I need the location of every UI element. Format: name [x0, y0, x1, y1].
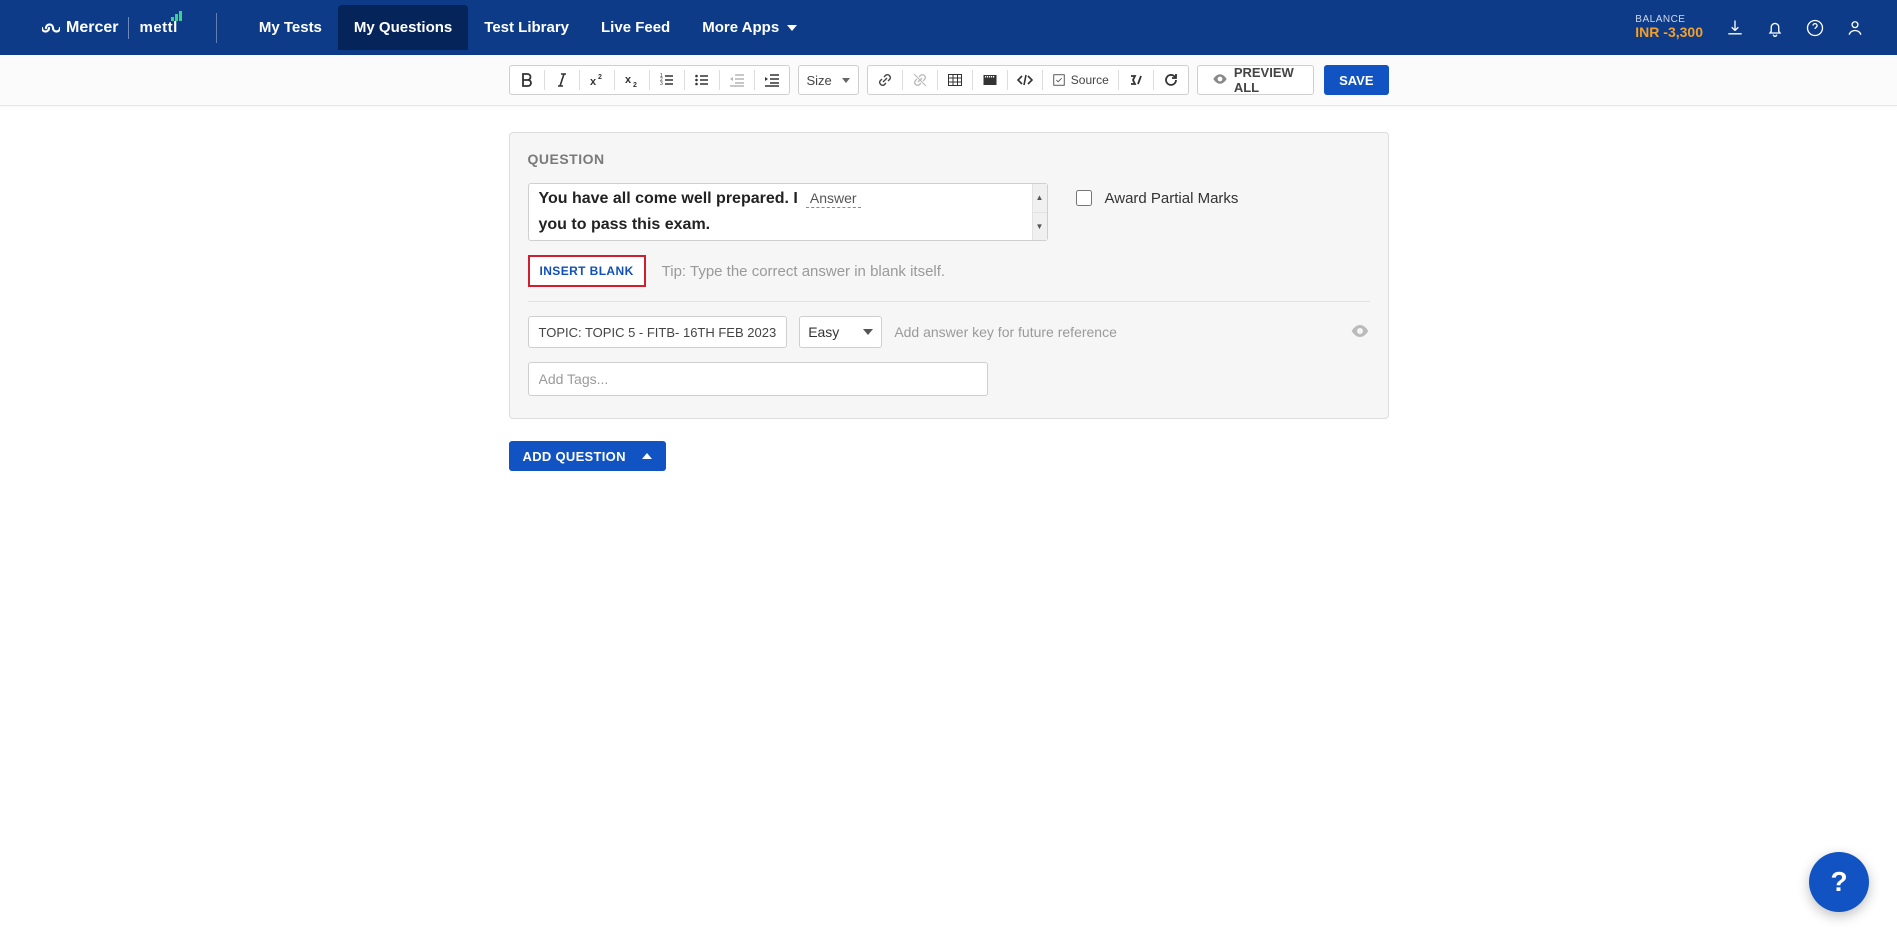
help-fab-label: ?	[1830, 866, 1847, 898]
code-button[interactable]	[1012, 68, 1038, 92]
user-icon[interactable]	[1845, 18, 1865, 38]
svg-text:2: 2	[633, 82, 637, 88]
source-button[interactable]: Source	[1047, 68, 1114, 92]
preview-all-button[interactable]: PREVIEW ALL	[1197, 65, 1314, 95]
refresh-button[interactable]	[1158, 68, 1184, 92]
save-button[interactable]: SAVE	[1324, 65, 1388, 95]
formula-button[interactable]	[1123, 68, 1149, 92]
answer-key-placeholder: Add answer key for future reference	[894, 324, 1117, 340]
svg-text:3: 3	[660, 81, 663, 87]
format-group: x2 x2 123	[509, 65, 790, 95]
editor-toolbar: x2 x2 123 Size	[0, 55, 1897, 106]
page-content: QUESTION You have all come well prepared…	[0, 106, 1897, 511]
superscript-button[interactable]: x2	[584, 68, 610, 92]
nav-label: My Questions	[354, 19, 452, 36]
svg-text:x: x	[590, 76, 597, 88]
link-button[interactable]	[872, 68, 898, 92]
tags-input[interactable]	[528, 362, 988, 396]
top-nav: Mercer mettl My Tests My Questions Test …	[0, 0, 1897, 55]
partial-marks-checkbox[interactable]	[1076, 190, 1092, 206]
main-nav: My Tests My Questions Test Library Live …	[243, 0, 813, 55]
add-question-label: ADD QUESTION	[523, 449, 626, 464]
svg-text:2: 2	[598, 74, 602, 81]
question-card: QUESTION You have all come well prepared…	[509, 132, 1389, 419]
eye-icon	[1212, 73, 1228, 88]
add-question-button[interactable]: ADD QUESTION	[509, 441, 666, 471]
answer-key-input[interactable]: Add answer key for future reference	[894, 324, 1337, 340]
video-button[interactable]	[977, 68, 1003, 92]
editor-spinner: ▲ ▼	[1032, 184, 1047, 240]
nav-more-apps[interactable]: More Apps	[686, 5, 813, 50]
infinity-icon	[42, 21, 60, 35]
question-text-before: You have all come well prepared. I	[539, 190, 798, 208]
source-label: Source	[1071, 73, 1109, 87]
nav-label: My Tests	[259, 19, 322, 36]
chevron-down-icon	[863, 329, 873, 335]
insert-group: Source	[867, 65, 1189, 95]
question-text-after: you to pass this exam.	[539, 216, 711, 234]
chevron-down-icon	[787, 25, 797, 31]
question-editor[interactable]: You have all come well prepared. I Answe…	[528, 183, 1048, 241]
visibility-toggle[interactable]	[1350, 324, 1370, 341]
nav-test-library[interactable]: Test Library	[468, 5, 585, 50]
bold-button[interactable]	[514, 68, 540, 92]
chevron-down-icon	[842, 78, 850, 83]
italic-button[interactable]	[549, 68, 575, 92]
balance-value: INR -3,300	[1635, 25, 1703, 40]
brand-mercer-label: Mercer	[66, 19, 118, 37]
insert-blank-button[interactable]: INSERT BLANK	[528, 255, 646, 287]
brand[interactable]: Mercer mettl	[42, 17, 178, 39]
bell-icon[interactable]	[1765, 18, 1785, 38]
partial-marks-label: Award Partial Marks	[1105, 190, 1239, 207]
size-label: Size	[807, 73, 832, 88]
unordered-list-button[interactable]	[689, 68, 715, 92]
download-icon[interactable]	[1725, 18, 1745, 38]
outdent-button[interactable]	[724, 68, 750, 92]
nav-my-tests[interactable]: My Tests	[243, 5, 338, 50]
partial-marks-option[interactable]: Award Partial Marks	[1072, 187, 1239, 209]
save-label: SAVE	[1339, 73, 1373, 88]
subscript-button[interactable]: x2	[619, 68, 645, 92]
bars-icon	[171, 11, 182, 21]
brand-mercer: Mercer	[42, 19, 118, 37]
balance[interactable]: BALANCE INR -3,300	[1635, 14, 1703, 40]
ordered-list-button[interactable]: 123	[654, 68, 680, 92]
difficulty-value: Easy	[808, 324, 839, 340]
top-icons	[1725, 18, 1865, 38]
nav-separator	[216, 13, 217, 43]
nav-label: Test Library	[484, 19, 569, 36]
help-icon[interactable]	[1805, 18, 1825, 38]
question-heading: QUESTION	[528, 151, 1370, 167]
nav-label: Live Feed	[601, 19, 670, 36]
blank-field[interactable]: Answer	[806, 190, 861, 208]
preview-label: PREVIEW ALL	[1234, 65, 1299, 95]
brand-mettl: mettl	[139, 19, 177, 36]
spinner-down[interactable]: ▼	[1033, 213, 1047, 241]
unlink-button[interactable]	[907, 68, 933, 92]
nav-label: More Apps	[702, 19, 779, 36]
topic-pill[interactable]: TOPIC: TOPIC 5 - FITB- 16TH FEB 2023	[528, 316, 788, 348]
font-size-select[interactable]: Size	[798, 65, 859, 95]
brand-separator	[128, 17, 129, 39]
help-fab[interactable]: ?	[1809, 852, 1869, 912]
nav-my-questions[interactable]: My Questions	[338, 5, 468, 50]
difficulty-select[interactable]: Easy	[799, 316, 882, 348]
caret-up-icon	[642, 453, 652, 459]
tip-text: Tip: Type the correct answer in blank it…	[662, 263, 945, 280]
indent-button[interactable]	[759, 68, 785, 92]
spinner-up[interactable]: ▲	[1033, 184, 1047, 213]
svg-text:x: x	[625, 74, 632, 86]
table-button[interactable]	[942, 68, 968, 92]
divider	[528, 301, 1370, 302]
topic-label: TOPIC: TOPIC 5 - FITB- 16TH FEB 2023	[539, 325, 777, 340]
insert-blank-label: INSERT BLANK	[540, 264, 634, 278]
nav-live-feed[interactable]: Live Feed	[585, 5, 686, 50]
